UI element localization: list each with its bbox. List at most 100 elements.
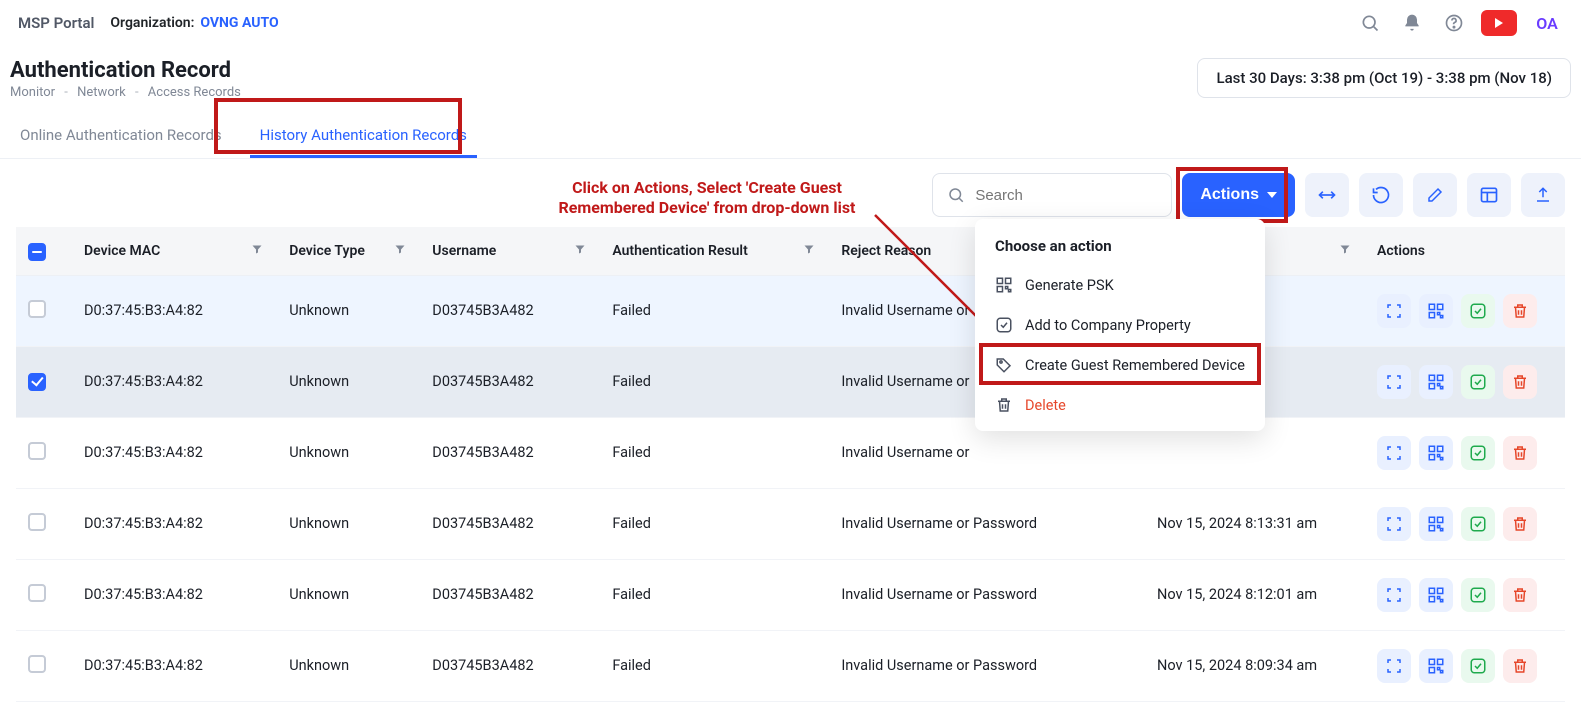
table-row: D0:37:45:B3:A4:82UnknownD03745B3A482Fail…: [16, 560, 1565, 631]
cell-mac: D0:37:45:B3:A4:82: [72, 489, 277, 560]
row-checkbox[interactable]: [28, 442, 46, 460]
row-action-qr-icon[interactable]: [1419, 578, 1453, 612]
topbar: MSP Portal Organization: OVNG AUTO OA: [0, 0, 1581, 46]
dropdown-item-create-guest-device[interactable]: Create Guest Remembered Device: [975, 345, 1265, 385]
brand-label[interactable]: MSP Portal: [18, 14, 94, 32]
cell-type: Unknown: [277, 418, 420, 489]
export-icon[interactable]: [1521, 173, 1565, 217]
breadcrumb-item[interactable]: Network: [77, 85, 126, 100]
row-actions: [1377, 436, 1553, 470]
row-actions: [1377, 365, 1553, 399]
cell-type: Unknown: [277, 347, 420, 418]
dropdown-title: Choose an action: [975, 229, 1265, 265]
row-action-check-icon[interactable]: [1461, 294, 1495, 328]
row-checkbox[interactable]: [28, 300, 46, 318]
table-row: D0:37:45:B3:A4:82UnknownD03745B3A482Fail…: [16, 631, 1565, 702]
youtube-icon[interactable]: [1481, 10, 1517, 36]
filter-icon[interactable]: [394, 243, 406, 259]
row-action-trash-icon[interactable]: [1503, 294, 1537, 328]
row-action-trash-icon[interactable]: [1503, 507, 1537, 541]
edit-icon[interactable]: [1413, 173, 1457, 217]
table-row: D0:37:45:B3:A4:82UnknownD03745B3A482Fail…: [16, 489, 1565, 560]
row-actions: [1377, 294, 1553, 328]
columns-icon[interactable]: [1467, 173, 1511, 217]
dropdown-item-label: Delete: [1025, 397, 1066, 414]
cell-user: D03745B3A482: [420, 347, 600, 418]
cell-mac: D0:37:45:B3:A4:82: [72, 276, 277, 347]
row-checkbox[interactable]: [28, 584, 46, 602]
avatar[interactable]: OA: [1531, 7, 1563, 39]
row-action-qr-icon[interactable]: [1419, 649, 1453, 683]
search-icon[interactable]: [1353, 6, 1387, 40]
row-action-check-icon[interactable]: [1461, 365, 1495, 399]
row-action-trash-icon[interactable]: [1503, 365, 1537, 399]
row-checkbox[interactable]: [28, 513, 46, 531]
search-box[interactable]: [932, 173, 1172, 217]
column-header: Device Type: [277, 227, 420, 276]
help-icon[interactable]: [1437, 6, 1471, 40]
row-action-check-icon[interactable]: [1461, 578, 1495, 612]
dropdown-item-delete[interactable]: Delete: [975, 385, 1265, 425]
filter-icon[interactable]: [803, 243, 815, 259]
tag-icon: [995, 356, 1013, 374]
actions-button[interactable]: Actions: [1182, 173, 1295, 217]
cell-mac: D0:37:45:B3:A4:82: [72, 347, 277, 418]
tab-history-records[interactable]: History Authentication Records: [250, 116, 477, 158]
column-header: Username: [420, 227, 600, 276]
row-action-qr-icon[interactable]: [1419, 365, 1453, 399]
table-row: D0:37:45:B3:A4:82UnknownD03745B3A482Fail…: [16, 418, 1565, 489]
cell-reason: Invalid Username or Password: [829, 631, 1145, 702]
select-all-checkbox[interactable]: [28, 243, 46, 261]
cell-user: D03745B3A482: [420, 276, 600, 347]
row-action-qr-icon[interactable]: [1419, 294, 1453, 328]
cell-reason: Invalid Username or Password: [829, 489, 1145, 560]
row-action-trash-icon[interactable]: [1503, 436, 1537, 470]
org-label: Organization:: [110, 15, 194, 31]
row-action-qr-icon[interactable]: [1419, 507, 1453, 541]
row-action-qr-icon[interactable]: [1419, 436, 1453, 470]
expand-horizontal-icon[interactable]: [1305, 173, 1349, 217]
row-action-check-icon[interactable]: [1461, 436, 1495, 470]
cell-mac: D0:37:45:B3:A4:82: [72, 560, 277, 631]
table-row: D0:37:45:B3:A4:82UnknownD03745B3A482Fail…: [16, 347, 1565, 418]
cell-user: D03745B3A482: [420, 560, 600, 631]
row-actions: [1377, 578, 1553, 612]
cell-type: Unknown: [277, 276, 420, 347]
filter-icon[interactable]: [574, 243, 586, 259]
dropdown-item-label: Generate PSK: [1025, 277, 1114, 294]
row-action-trash-icon[interactable]: [1503, 578, 1537, 612]
breadcrumb-item[interactable]: Monitor: [10, 85, 55, 100]
org-name[interactable]: OVNG AUTO: [200, 15, 278, 31]
row-checkbox[interactable]: [28, 655, 46, 673]
row-action-focus-icon[interactable]: [1377, 649, 1411, 683]
cell-reason: Invalid Username or Password: [829, 560, 1145, 631]
refresh-icon[interactable]: [1359, 173, 1403, 217]
row-action-focus-icon[interactable]: [1377, 365, 1411, 399]
cell-user: D03745B3A482: [420, 631, 600, 702]
date-range-picker[interactable]: Last 30 Days: 3:38 pm (Oct 19) - 3:38 pm…: [1197, 58, 1571, 98]
dropdown-item-add-company-property[interactable]: Add to Company Property: [975, 305, 1265, 345]
filter-icon[interactable]: [1339, 243, 1351, 259]
cell-type: Unknown: [277, 560, 420, 631]
bell-icon[interactable]: [1395, 6, 1429, 40]
row-checkbox[interactable]: [28, 373, 46, 391]
row-action-focus-icon[interactable]: [1377, 294, 1411, 328]
dropdown-item-label: Create Guest Remembered Device: [1025, 357, 1245, 374]
check-circle-icon: [995, 316, 1013, 334]
cell-time: Nov 15, 2024 8:12:01 am: [1145, 560, 1365, 631]
tab-online-records[interactable]: Online Authentication Records: [10, 116, 232, 158]
row-action-check-icon[interactable]: [1461, 507, 1495, 541]
breadcrumb-item[interactable]: Access Records: [148, 85, 241, 100]
row-action-focus-icon[interactable]: [1377, 436, 1411, 470]
cell-result: Failed: [600, 560, 829, 631]
row-action-trash-icon[interactable]: [1503, 649, 1537, 683]
filter-icon[interactable]: [251, 243, 263, 259]
cell-type: Unknown: [277, 489, 420, 560]
cell-result: Failed: [600, 276, 829, 347]
search-input[interactable]: [975, 187, 1174, 204]
row-action-focus-icon[interactable]: [1377, 578, 1411, 612]
dropdown-item-generate-psk[interactable]: Generate PSK: [975, 265, 1265, 305]
row-action-check-icon[interactable]: [1461, 649, 1495, 683]
cell-result: Failed: [600, 631, 829, 702]
row-action-focus-icon[interactable]: [1377, 507, 1411, 541]
